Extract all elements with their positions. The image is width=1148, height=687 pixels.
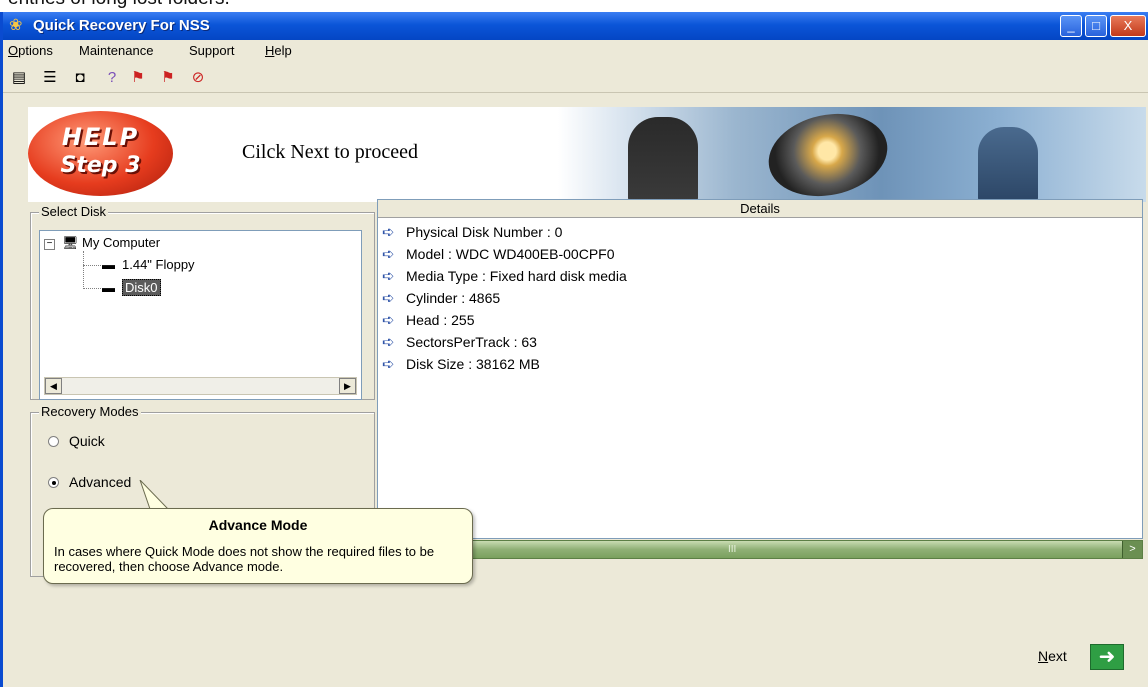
hard-disk-image: [760, 107, 896, 202]
close-button[interactable]: X: [1110, 15, 1146, 37]
arrow-right-icon: ➜: [1098, 646, 1116, 668]
pointing-hand-icon: ➪: [382, 356, 395, 373]
help-icon[interactable]: ?: [101, 68, 123, 88]
tree-horizontal-scrollbar[interactable]: ◀ ▶: [44, 377, 357, 395]
menu-bar: Options Maintenance Support Help: [3, 40, 1148, 62]
link-icon[interactable]: ⊘: [187, 68, 209, 88]
pointing-hand-icon: ➪: [382, 224, 395, 241]
help-badge-line2: Step 3: [60, 153, 141, 178]
radio-advanced-label: Advanced: [69, 474, 132, 490]
recover-icon[interactable]: ⚑: [127, 68, 149, 88]
help-banner: HELP Step 3 Cilck Next to proceed: [28, 107, 1146, 202]
tree-collapse-toggle[interactable]: −: [44, 239, 55, 250]
menu-options[interactable]: Options: [8, 43, 53, 58]
detail-row: ➪ Model : WDC WD400EB-00CPF0: [382, 246, 615, 263]
radio-quick-label: Quick: [69, 433, 105, 449]
title-bar: ❀ Quick Recovery For NSS _ □ X: [3, 12, 1148, 40]
detail-row: ➪ SectorsPerTrack : 63: [382, 334, 537, 351]
banner-instruction: Cilck Next to proceed: [242, 141, 419, 163]
scroll-right-arrow-icon[interactable]: ▶: [339, 378, 356, 394]
hard-drive-icon: ▬: [102, 280, 115, 295]
details-header: Details: [378, 200, 1142, 218]
detail-row: ➪ Head : 255: [382, 312, 475, 329]
next-button[interactable]: ➜: [1090, 644, 1124, 670]
recover-alt-icon[interactable]: ⚑: [157, 68, 179, 88]
stressed-person-image: [628, 117, 698, 202]
radio-advanced[interactable]: Advanced: [48, 474, 131, 490]
pointing-hand-icon: ➪: [382, 334, 395, 351]
menu-maintenance[interactable]: Maintenance: [79, 43, 153, 58]
app-icon: ❀: [9, 17, 23, 34]
maximize-button[interactable]: □: [1085, 15, 1107, 37]
advance-mode-tooltip: Advance Mode In cases where Quick Mode d…: [43, 508, 473, 584]
radio-quick-circle[interactable]: [48, 436, 59, 447]
radio-quick[interactable]: Quick: [48, 433, 105, 449]
details-panel: Details ➪ Physical Disk Number : 0 ➪ Model…: [377, 199, 1143, 539]
list-icon[interactable]: ☰: [39, 68, 61, 88]
radio-advanced-circle[interactable]: [48, 477, 59, 488]
computer-icon: 🖥: [62, 235, 79, 250]
caption-strip: entries of long lost folders.: [0, 0, 1148, 12]
tree-node-my-computer[interactable]: 🖥 My Computer: [62, 235, 160, 251]
save-icon[interactable]: ◘: [69, 68, 91, 88]
tooltip-title: Advance Mode: [208, 517, 308, 533]
select-disk-legend: Select Disk: [39, 204, 109, 219]
pointing-hand-icon: ➪: [382, 312, 395, 329]
caption-text: entries of long lost folders.: [8, 0, 230, 10]
detail-row: ➪ Cylinder : 4865: [382, 290, 501, 307]
banner-illustration: [558, 107, 1146, 202]
minimize-button[interactable]: _: [1060, 15, 1082, 37]
help-badge-line1: HELP: [61, 123, 140, 151]
detail-row: ➪ Media Type : Fixed hard disk media: [382, 268, 627, 285]
scroll-grip[interactable]: III: [728, 541, 736, 559]
scroll-left-arrow-icon[interactable]: ◀: [45, 378, 62, 394]
floppy-drive-icon: ▬: [102, 257, 115, 272]
tooltip-pointer: [139, 480, 170, 510]
scroll-right-button[interactable]: >: [1122, 541, 1142, 558]
pointing-hand-icon: ➪: [382, 268, 395, 285]
tree-node-disk0[interactable]: ▬ Disk0: [102, 279, 161, 296]
details-horizontal-scrollbar[interactable]: III >: [377, 540, 1143, 559]
help-badge: HELP Step 3: [28, 111, 173, 196]
detail-row: ➪ Disk Size : 38162 MB: [382, 356, 540, 373]
tree-label-my-computer: My Computer: [82, 235, 161, 250]
next-label[interactable]: Next: [1038, 648, 1067, 664]
tree-label-disk0: Disk0: [122, 279, 161, 296]
recovery-modes-legend: Recovery Modes: [39, 404, 141, 419]
menu-help[interactable]: Help: [265, 43, 292, 58]
tooltip-body: In cases where Quick Mode does not show …: [54, 544, 435, 574]
menu-support[interactable]: Support: [189, 43, 235, 58]
pointing-hand-icon: ➪: [382, 246, 395, 263]
tree-node-floppy[interactable]: ▬ 1.44" Floppy: [102, 257, 195, 272]
select-disk-group: Select Disk − 🖥 My Computer ▬ 1.44" Floppy…: [30, 204, 375, 400]
toolbar: ▤ ☰ ◘ ? ⚑ ⚑ ⊘: [3, 63, 1148, 93]
detail-row: ➪ Physical Disk Number : 0: [382, 224, 563, 241]
pointing-hand-icon: ➪: [382, 290, 395, 307]
properties-icon[interactable]: ▤: [8, 68, 30, 88]
window-title: Quick Recovery For NSS: [33, 17, 210, 34]
disk-tree: − 🖥 My Computer ▬ 1.44" Floppy ▬ Disk0 ◀ ▶: [39, 230, 362, 400]
tree-label-floppy: 1.44" Floppy: [122, 257, 195, 272]
happy-person-image: [978, 127, 1038, 202]
